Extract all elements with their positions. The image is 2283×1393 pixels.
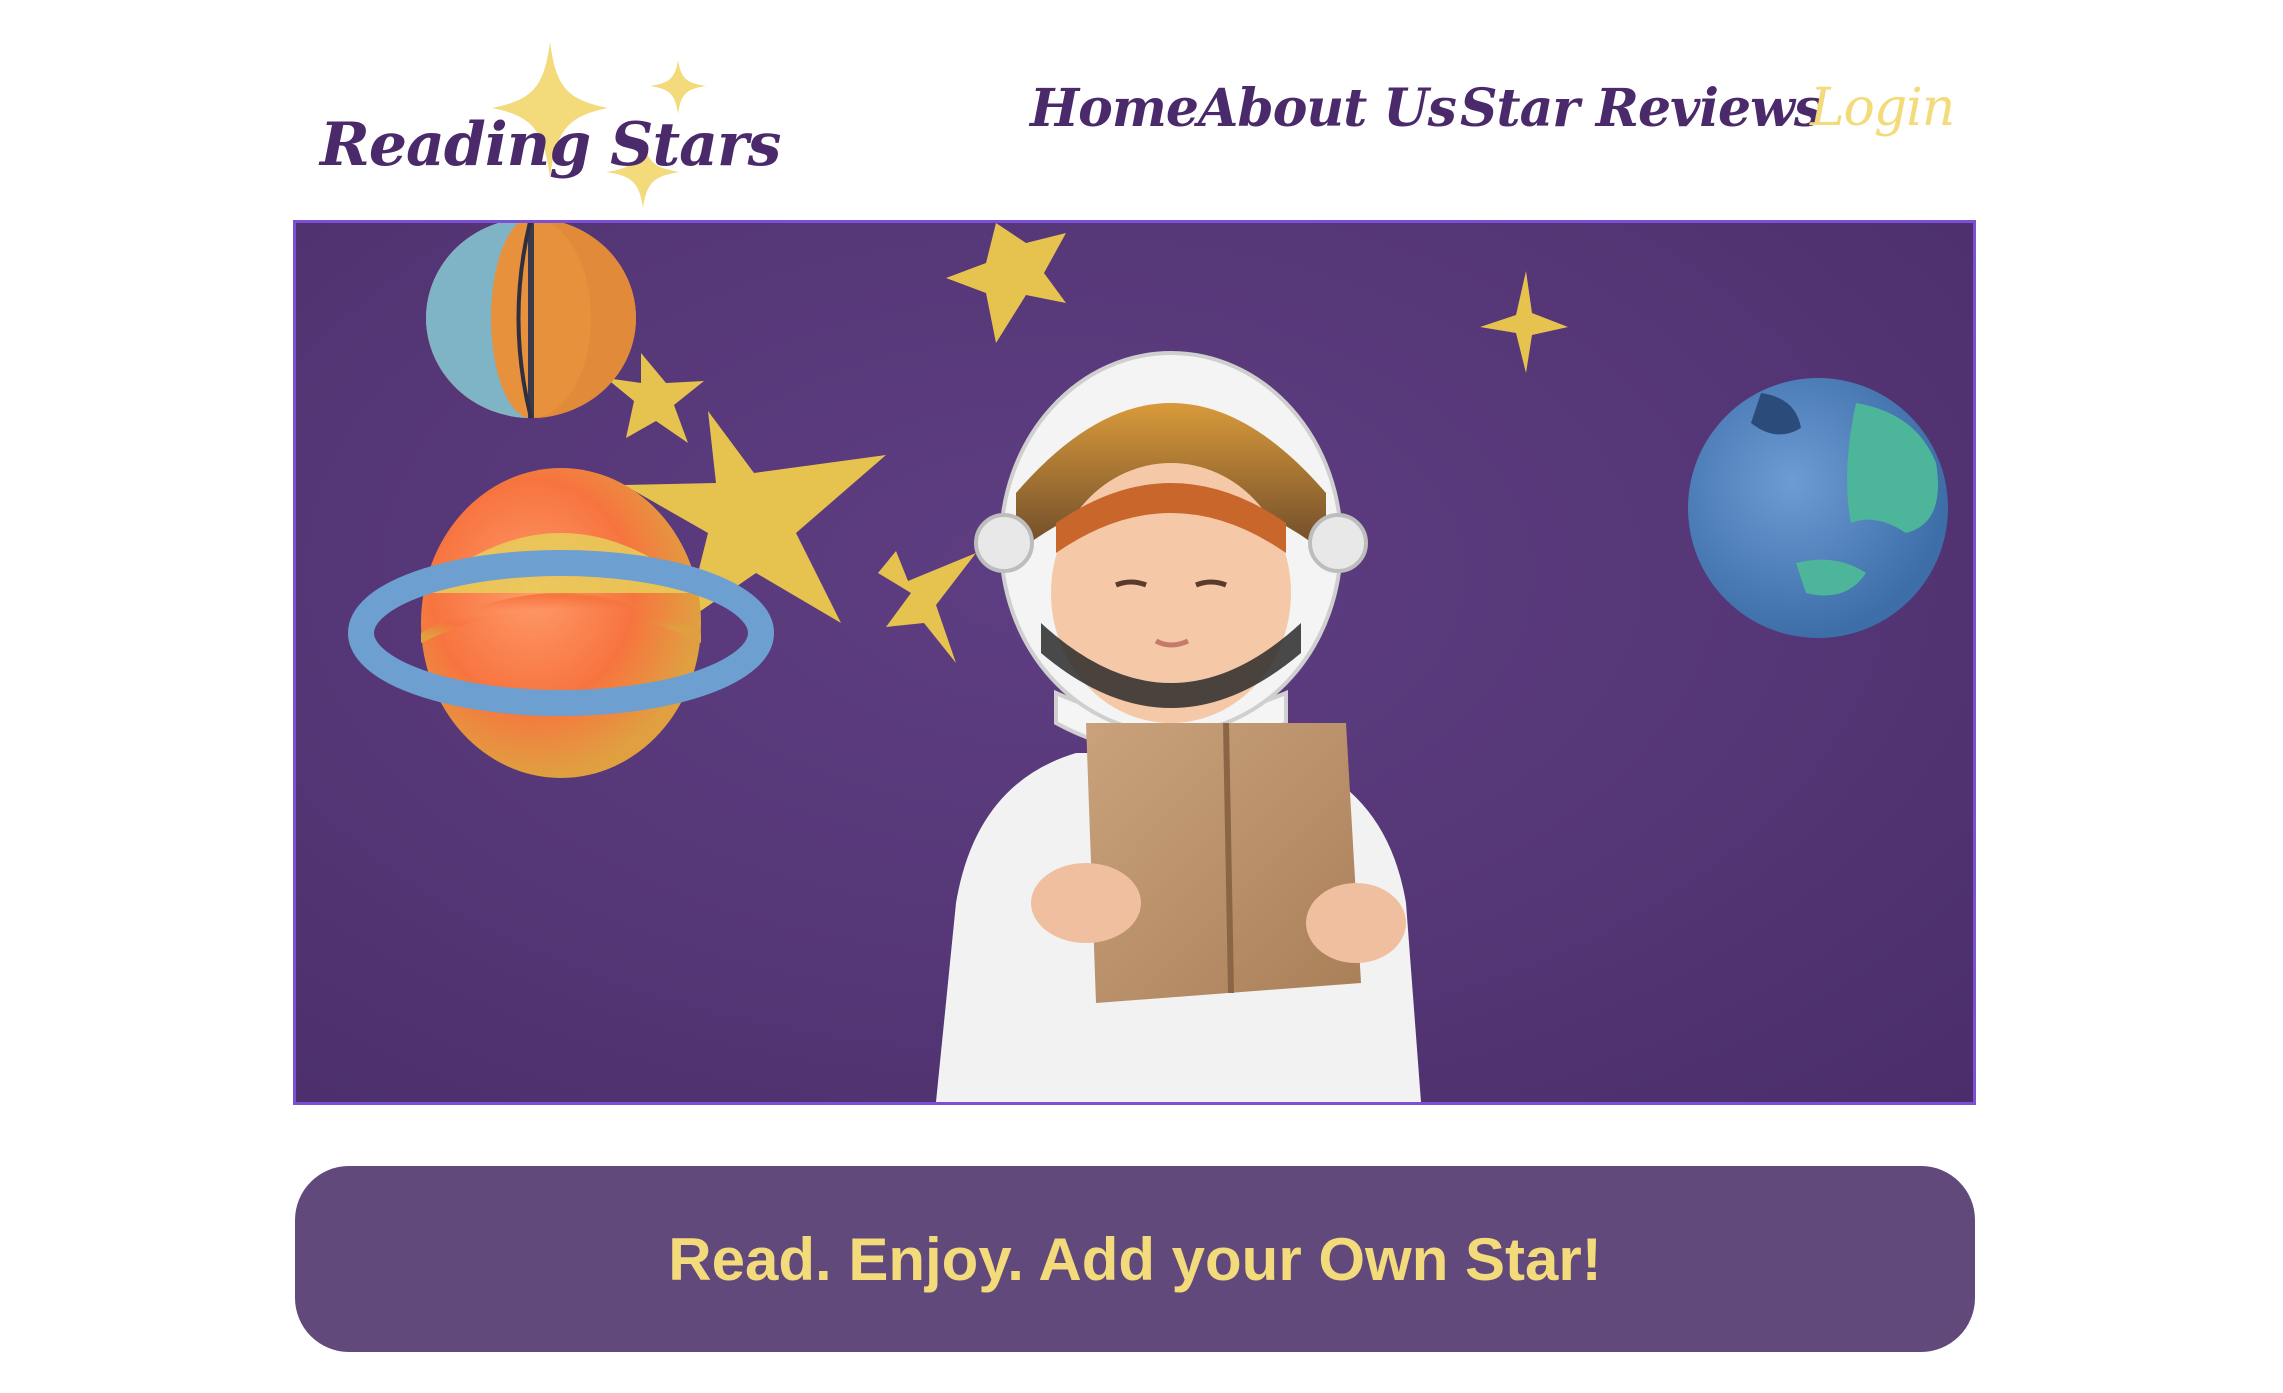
tagline-text: Read. Enjoy. Add your Own Star! (668, 1225, 1602, 1293)
hero-image (293, 220, 1976, 1105)
nav-login-link[interactable]: Login (1810, 78, 1955, 138)
nav-star-reviews-link[interactable]: Star Reviews (1460, 78, 1823, 139)
brand-name: Reading Stars (320, 110, 781, 180)
tagline-banner: Read. Enjoy. Add your Own Star! (295, 1166, 1975, 1352)
nav-about-link[interactable]: About Us (1198, 78, 1457, 139)
striped-planet (426, 223, 636, 419)
nav-home-link[interactable]: Home (1030, 78, 1199, 139)
child-astronaut (936, 351, 1421, 1102)
brand-logo[interactable]: Reading Stars (318, 38, 781, 228)
earth-planet (1688, 378, 1948, 638)
hero-illustration (348, 223, 1948, 1102)
